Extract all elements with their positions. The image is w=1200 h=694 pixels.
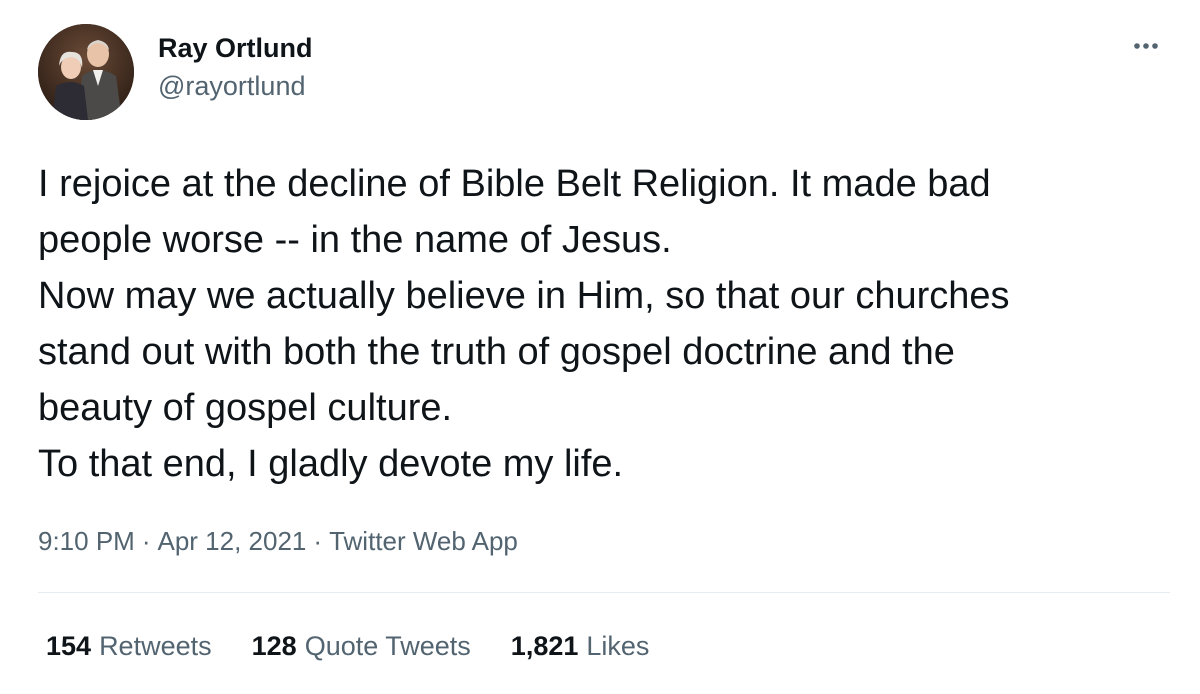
meta-separator: ·	[313, 526, 323, 556]
divider	[38, 592, 1170, 593]
tweet-card: Ray Ortlund @rayortlund I rejoice at the…	[0, 0, 1200, 694]
likes-stat[interactable]: 1,821 Likes	[511, 628, 650, 664]
likes-count: 1,821	[510, 631, 579, 661]
tweet-stats: 154 Retweets 128 Quote Tweets 1,821 Likes	[46, 628, 649, 664]
more-options-button[interactable]	[1126, 32, 1166, 60]
retweets-count: 154	[46, 631, 92, 661]
quote-tweets-label: Quote Tweets	[304, 631, 471, 661]
quote-tweets-count: 128	[251, 631, 297, 661]
author-avatar[interactable]	[38, 24, 134, 120]
author-name[interactable]: Ray Ortlund	[158, 30, 313, 66]
tweet-time[interactable]: 9:10 PM	[38, 526, 135, 556]
more-options-icon	[1134, 43, 1158, 49]
tweet-metadata: 9:10 PM · Apr 12, 2021 · Twitter Web App	[38, 523, 518, 559]
avatar-photo-icon	[38, 24, 134, 120]
author-handle[interactable]: @rayortlund	[158, 68, 313, 104]
retweets-label: Retweets	[99, 631, 212, 661]
tweet-date[interactable]: Apr 12, 2021	[158, 526, 307, 556]
quote-tweets-stat[interactable]: 128 Quote Tweets	[252, 628, 471, 664]
tweet-text: I rejoice at the decline of Bible Belt R…	[38, 163, 1010, 485]
retweets-stat[interactable]: 154 Retweets	[46, 628, 212, 664]
tweet-source[interactable]: Twitter Web App	[329, 526, 518, 556]
author-info[interactable]: Ray Ortlund @rayortlund	[158, 30, 313, 104]
meta-separator: ·	[141, 526, 151, 556]
likes-label: Likes	[586, 631, 650, 661]
